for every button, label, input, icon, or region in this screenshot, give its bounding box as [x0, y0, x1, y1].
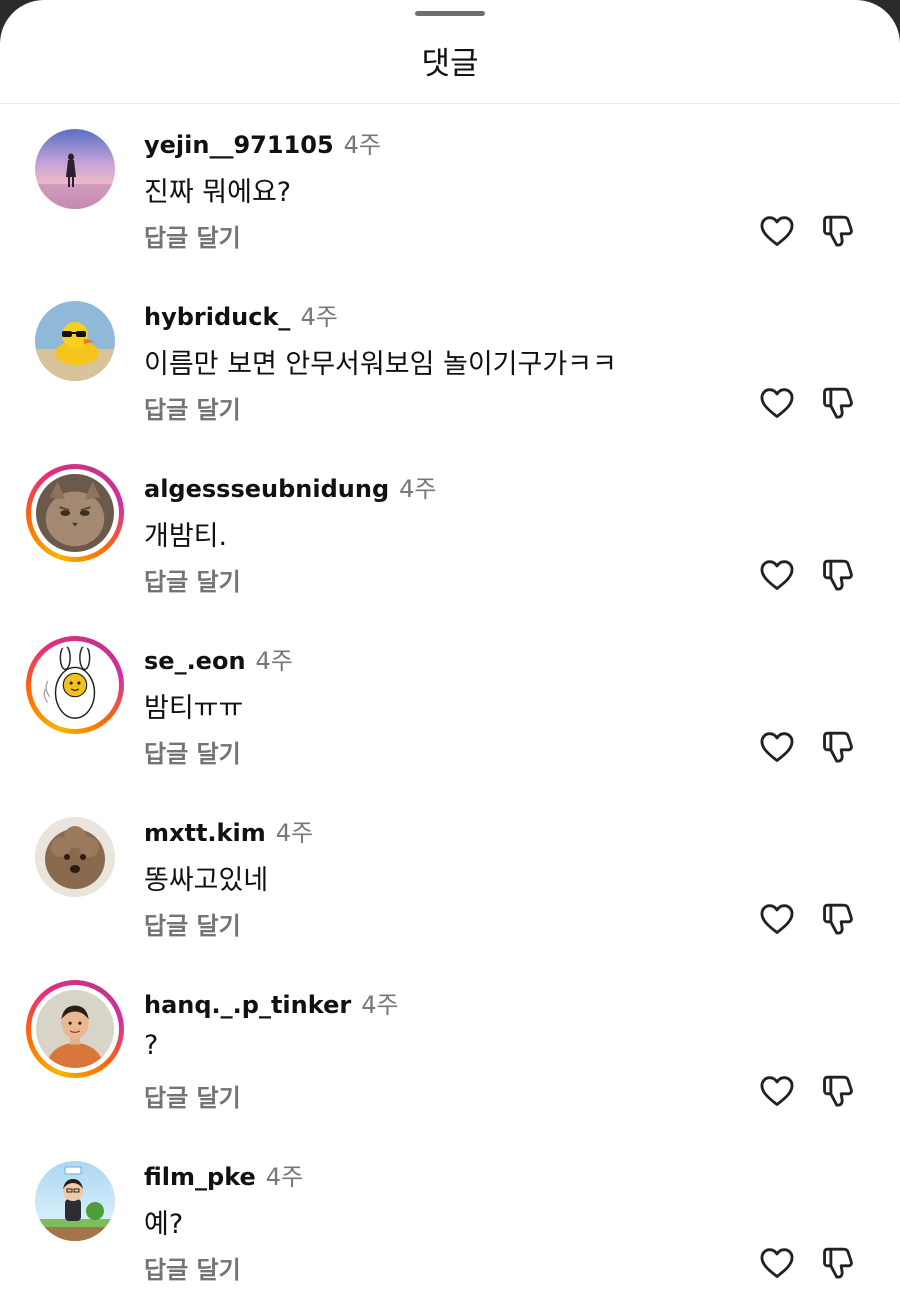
- comment-meta: film_pke 4주: [144, 1157, 303, 1192]
- comment-item: hanq._.p_tinker 4주 ? 답글 달기: [0, 980, 900, 1152]
- reply-button[interactable]: 답글 달기: [144, 1250, 241, 1285]
- avatar[interactable]: [26, 292, 124, 390]
- heart-icon[interactable]: [758, 900, 796, 938]
- comment-meta: yejin__971105 4주: [144, 125, 381, 160]
- thumbs-down-icon[interactable]: [819, 1244, 857, 1282]
- avatar-image: [35, 817, 115, 897]
- heart-icon[interactable]: [758, 384, 796, 422]
- avatar-story-ring[interactable]: [26, 980, 124, 1078]
- avatar[interactable]: [26, 120, 124, 218]
- timestamp: 4주: [275, 819, 314, 847]
- comment-meta: algessseubnidung 4주: [144, 469, 436, 504]
- comment-meta: hybriduck_ 4주: [144, 297, 338, 332]
- username[interactable]: se_.eon: [144, 647, 246, 675]
- avatar: [31, 985, 119, 1073]
- reply-button[interactable]: 답글 달기: [144, 218, 241, 253]
- username[interactable]: hanq._.p_tinker: [144, 991, 351, 1019]
- comment-item: film_pke 4주 예? 답글 달기: [0, 1152, 900, 1308]
- comment-item: se_.eon 4주 밤티ㅠㅠ 답글 달기: [0, 636, 900, 808]
- avatar-story-ring[interactable]: [26, 464, 124, 562]
- heart-icon[interactable]: [758, 212, 796, 250]
- comment-text: 예?: [144, 1209, 184, 1240]
- heart-icon[interactable]: [758, 1244, 796, 1282]
- sheet-title: 댓글: [421, 46, 479, 82]
- thumbs-down-icon[interactable]: [819, 556, 857, 594]
- thumbs-down-icon[interactable]: [819, 384, 857, 422]
- timestamp: 4주: [361, 991, 399, 1019]
- avatar-image: [36, 646, 114, 724]
- thumbs-down-icon[interactable]: [819, 212, 857, 250]
- reply-button[interactable]: 답글 달기: [144, 734, 241, 769]
- username[interactable]: algessseubnidung: [144, 475, 389, 503]
- heart-icon[interactable]: [758, 556, 796, 594]
- username[interactable]: yejin__971105: [144, 131, 334, 159]
- comment-text: 똥싸고있네: [144, 865, 269, 896]
- timestamp: 4주: [343, 131, 382, 159]
- avatar-story-ring[interactable]: [26, 636, 124, 734]
- thumbs-down-icon[interactable]: [819, 900, 857, 938]
- avatar-image: [35, 1161, 115, 1241]
- avatar[interactable]: [26, 1152, 124, 1250]
- comment-item: yejin__971105 4주 진짜 뭐에요? 답글 달기: [0, 120, 900, 292]
- avatar: [31, 641, 119, 729]
- avatar-image: [36, 474, 114, 552]
- heart-icon[interactable]: [758, 728, 796, 766]
- username[interactable]: hybriduck_: [144, 303, 290, 331]
- comment-text: 개밤티.: [144, 521, 228, 552]
- comment-meta: se_.eon 4주: [144, 641, 293, 676]
- comment-item: mxtt.kim 4주 똥싸고있네 답글 달기: [0, 808, 900, 980]
- timestamp: 4주: [399, 475, 437, 503]
- comment-item: algessseubnidung 4주 개밤티. 답글 달기: [0, 464, 900, 636]
- comment-list: yejin__971105 4주 진짜 뭐에요? 답글 달기 hybriduck…: [0, 120, 900, 1308]
- heart-icon[interactable]: [758, 1072, 796, 1110]
- avatar-image: [36, 990, 114, 1068]
- comment-meta: hanq._.p_tinker 4주: [144, 985, 399, 1020]
- comment-item: hybriduck_ 4주 이름만 보면 안무서워보임 놀이기구가ㅋㅋ 답글 달기: [0, 292, 900, 464]
- thumbs-down-icon[interactable]: [819, 728, 857, 766]
- avatar: [31, 469, 119, 557]
- reply-button[interactable]: 답글 달기: [144, 390, 241, 425]
- reply-button[interactable]: 답글 달기: [144, 562, 241, 597]
- comment-meta: mxtt.kim 4주: [144, 813, 313, 848]
- comment-text: ?: [144, 1030, 159, 1061]
- avatar-image: [35, 129, 115, 209]
- timestamp: 4주: [265, 1163, 304, 1191]
- comment-text: 밤티ㅠㅠ: [144, 693, 244, 724]
- comments-sheet: 댓글 yejin__971105 4주 진짜 뭐에요? 답글 달기 hybrid…: [0, 0, 900, 1308]
- reply-button[interactable]: 답글 달기: [144, 1078, 241, 1113]
- drag-handle[interactable]: [415, 11, 485, 16]
- avatar-image: [35, 301, 115, 381]
- username[interactable]: film_pke: [144, 1163, 256, 1191]
- timestamp: 4주: [255, 647, 293, 675]
- timestamp: 4주: [300, 303, 338, 331]
- divider: [0, 103, 900, 104]
- username[interactable]: mxtt.kim: [144, 819, 266, 847]
- thumbs-down-icon[interactable]: [819, 1072, 857, 1110]
- reply-button[interactable]: 답글 달기: [144, 906, 241, 941]
- avatar[interactable]: [26, 808, 124, 906]
- comment-text: 진짜 뭐에요?: [144, 177, 292, 208]
- comment-text: 이름만 보면 안무서워보임 놀이기구가ㅋㅋ: [144, 349, 617, 380]
